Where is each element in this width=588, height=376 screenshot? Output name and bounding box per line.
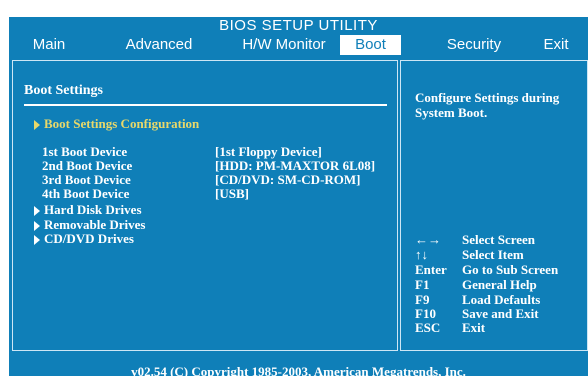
tab-exit[interactable]: Exit [529, 35, 583, 55]
submenu-label: Hard Disk Drives [44, 202, 142, 217]
key-name: ESC [415, 320, 441, 335]
key-desc: Select Item [462, 247, 524, 262]
submenu-label: CD/DVD Drives [44, 231, 134, 246]
help-text: Configure Settings during System Boot. [415, 90, 560, 120]
submenu-arrow-icon [34, 221, 40, 232]
tab-bar: Main Advanced H/W Monitor Boot Security … [9, 35, 588, 55]
key-name: ←→ [415, 232, 441, 247]
boot-device-label: 4th Boot Device [42, 186, 130, 201]
submenu-arrow-icon [34, 120, 40, 131]
tab-security[interactable]: Security [429, 35, 519, 55]
tab-boot[interactable]: Boot [340, 35, 401, 55]
copyright-footer: v02.54 (C) Copyright 1985-2003, American… [9, 354, 588, 376]
key-name: F1 [415, 277, 430, 292]
key-name: Enter [415, 262, 447, 277]
key-desc: Go to Sub Screen [462, 262, 559, 277]
tab-advanced[interactable]: Advanced [109, 35, 209, 55]
bios-screen: BIOS SETUP UTILITY Main Advanced H/W Mon… [0, 0, 588, 376]
boot-settings-configuration-item[interactable]: Boot Settings Configuration [34, 116, 199, 132]
section-divider [24, 104, 387, 106]
boot-device-value[interactable]: [USB] [215, 186, 249, 202]
key-desc: Select Screen [462, 232, 536, 247]
key-desc: General Help [462, 277, 537, 292]
section-title: Boot Settings [24, 83, 103, 98]
submenu-arrow-icon [34, 235, 40, 246]
submenu-hard-disk-drives[interactable]: Hard Disk Drives [34, 202, 142, 218]
key-name: ↑↓ [415, 247, 428, 262]
tab-main[interactable]: Main [19, 35, 79, 55]
bios-title: BIOS SETUP UTILITY [9, 17, 588, 35]
tab-hw-monitor[interactable]: H/W Monitor [229, 35, 339, 55]
submenu-label: Removable Drives [44, 217, 146, 232]
submenu-cd-dvd-drives[interactable]: CD/DVD Drives [34, 231, 134, 247]
config-item-label: Boot Settings Configuration [44, 116, 200, 131]
key-desc: Exit [462, 320, 486, 335]
submenu-arrow-icon [34, 206, 40, 217]
